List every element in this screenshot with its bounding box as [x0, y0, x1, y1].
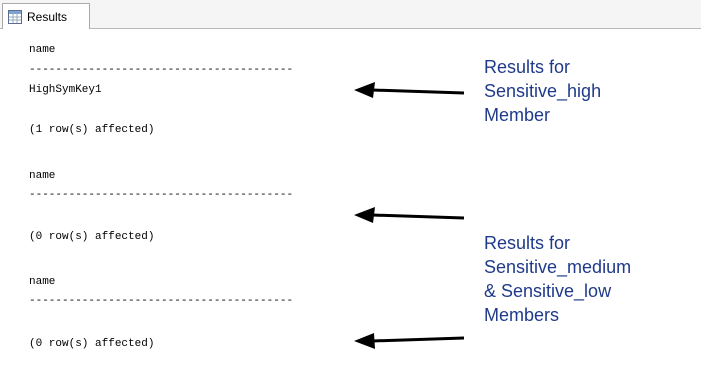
annotation-high-line: Sensitive_high: [484, 81, 602, 101]
annotation-medium-low-line: & Sensitive_low: [484, 281, 612, 301]
tab-results-label: Results: [27, 10, 68, 24]
result3-footer: (0 row(s) affected): [29, 338, 155, 350]
annotation-medium-low-line: Results for: [484, 233, 571, 253]
result3-separator: ----------------------------------------: [29, 295, 294, 307]
tab-results[interactable]: Results: [2, 3, 90, 30]
annotation-medium-low-line: Members: [484, 305, 560, 325]
result1-footer: (1 row(s) affected): [29, 124, 155, 136]
result3-column-header: name: [29, 276, 56, 288]
annotation-medium-low-line: Sensitive_medium: [484, 257, 632, 277]
annotation-medium-low: Results for Sensitive_medium & Sensitive…: [484, 231, 631, 327]
grid-results-icon: [7, 9, 23, 25]
result2-separator: ----------------------------------------: [29, 189, 294, 201]
annotation-high-line: Results for: [484, 57, 571, 77]
result1-row: HighSymKey1: [29, 84, 102, 96]
annotation-high: Results for Sensitive_high Member: [484, 55, 601, 127]
result2-column-header: name: [29, 170, 56, 182]
result1-column-header: name: [29, 44, 56, 56]
annotation-high-line: Member: [484, 105, 551, 125]
result1-separator: ----------------------------------------: [29, 64, 294, 76]
results-tabstrip: Results: [0, 0, 701, 30]
result2-footer: (0 row(s) affected): [29, 231, 155, 243]
